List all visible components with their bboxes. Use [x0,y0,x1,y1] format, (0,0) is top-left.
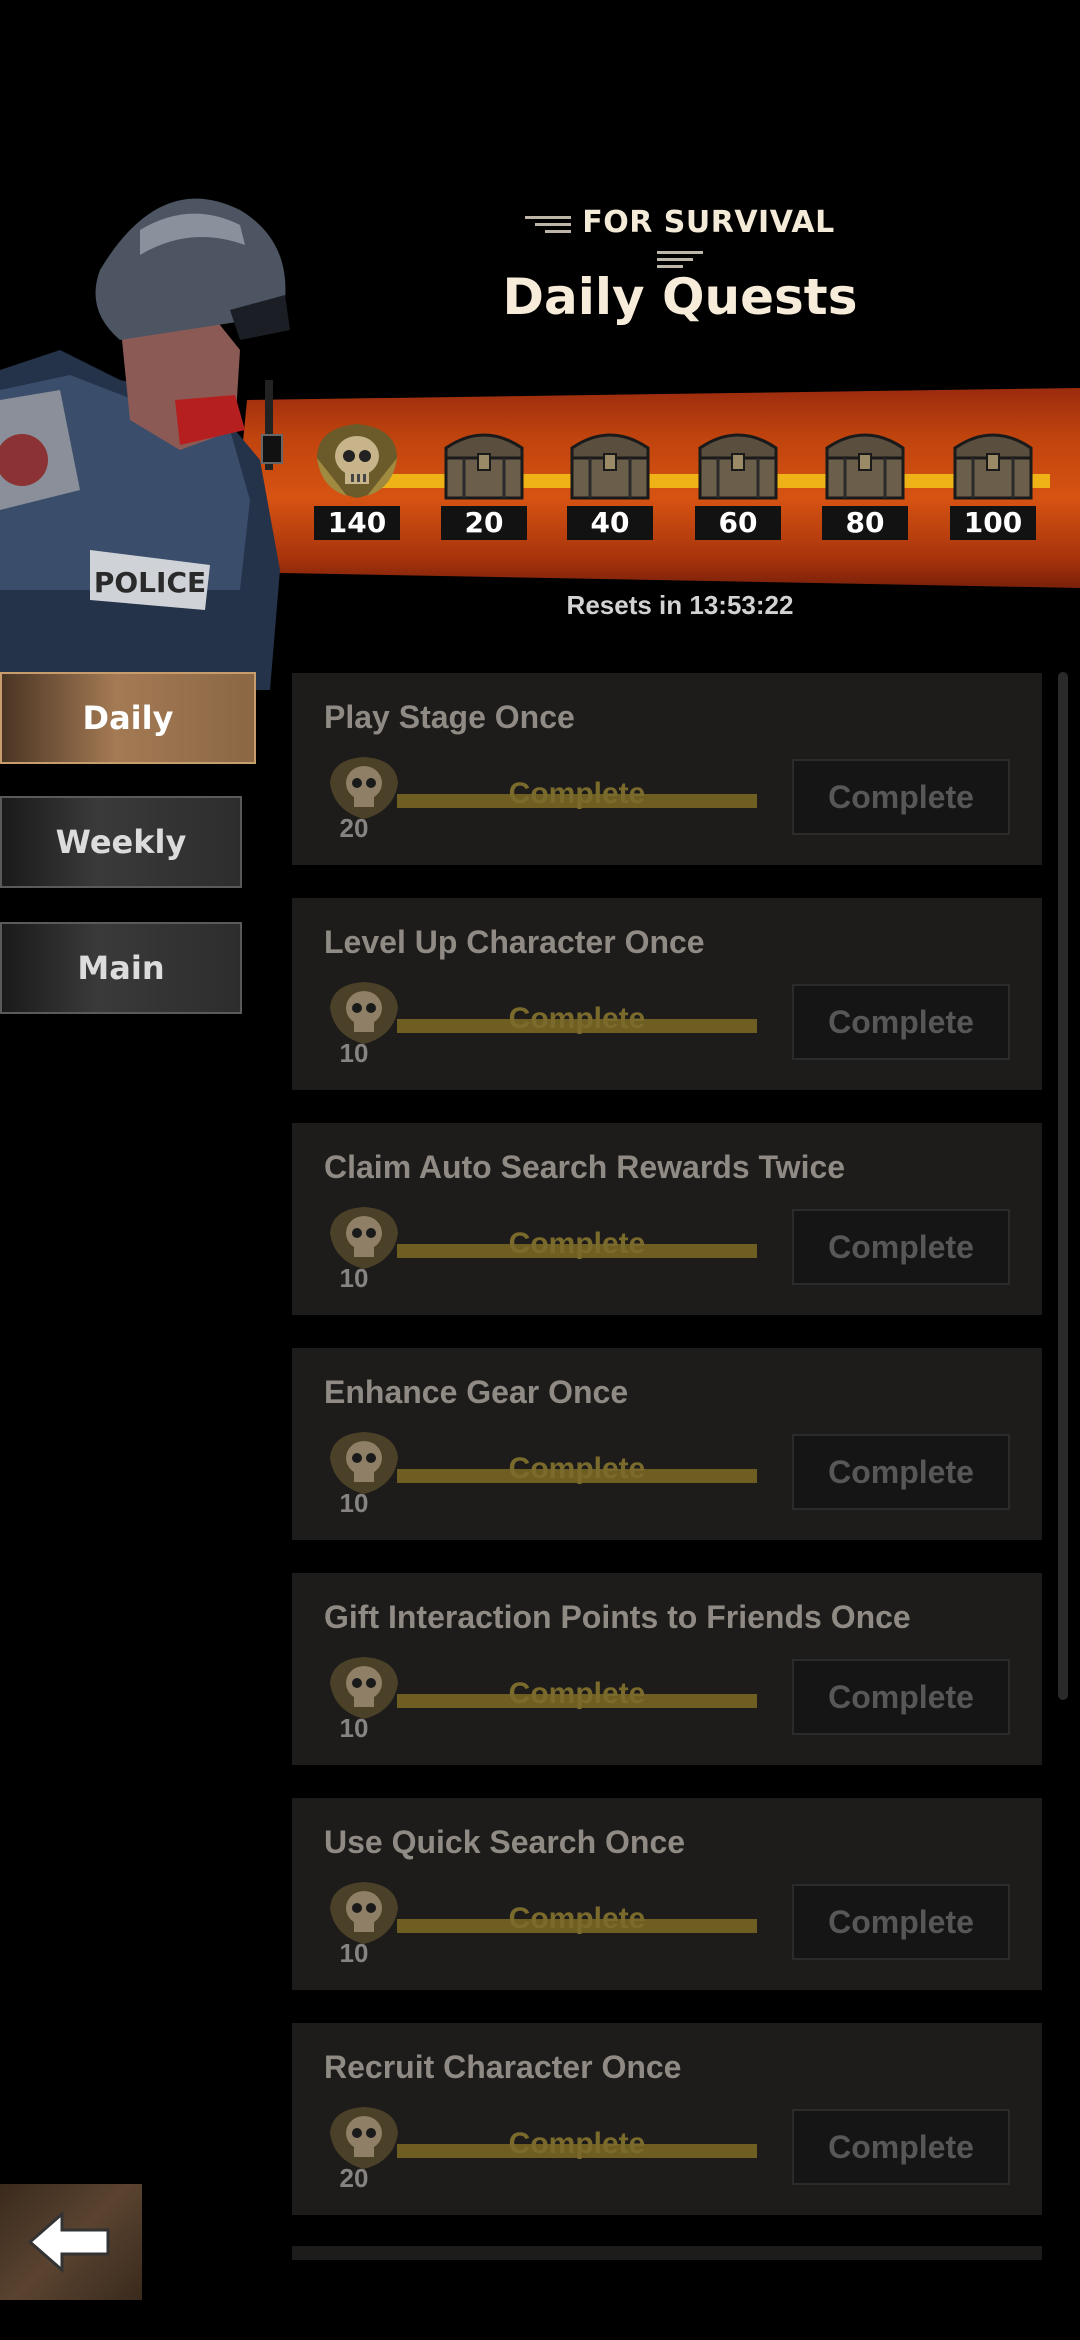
milestone-value: 60 [695,506,781,540]
quest-complete-button[interactable]: Complete [792,759,1010,835]
quest-progress-label: Complete [508,2127,646,2160]
list-scrollbar[interactable] [1058,672,1068,1700]
quest-card: Play Stage Once 20 Complete Complete [292,673,1042,865]
quest-title: Use Quick Search Once [324,1824,686,1860]
quest-reward-amount: 20 [339,813,369,843]
milestone-chest-3[interactable]: 60 [683,418,793,548]
quest-card: Level Up Character Once 10 Complete Comp… [292,898,1042,1090]
milestone-value: 80 [822,506,908,540]
quest-reward-amount: 10 [339,1263,369,1293]
svg-text:POLICE: POLICE [94,566,206,599]
quest-card: Claim Auto Search Rewards Twice 10 Compl… [292,1123,1042,1315]
quest-complete-button[interactable]: Complete [792,1209,1010,1285]
quest-progress-label: Complete [508,1452,646,1485]
quest-card: Gift Interaction Points to Friends Once … [292,1573,1042,1765]
treasure-chest-icon [444,433,524,500]
quest-card-partial [292,2246,1042,2260]
points-value: 140 [314,506,400,540]
quest-complete-button[interactable]: Complete [792,1884,1010,1960]
reset-timer: Resets in 13:53:22 [566,590,794,620]
quest-progress-label: Complete [508,777,646,810]
back-button[interactable] [0,2184,142,2300]
section-subtitle: FOR SURVIVAL [500,205,860,275]
skull-medal-icon [317,424,397,498]
quest-reward-amount: 10 [339,1713,369,1743]
quest-progress-label: Complete [508,1227,646,1260]
quest-reward-amount: 10 [339,1488,369,1518]
quest-complete-button[interactable]: Complete [792,1659,1010,1735]
points-milestone: 140 [302,418,412,548]
quest-progress-label: Complete [508,1002,646,1035]
treasure-chest-icon [698,433,778,500]
subtitle-text: FOR SURVIVAL [582,205,835,240]
page-title: Daily Quests [502,268,858,326]
quest-title: Recruit Character Once [324,2049,682,2085]
quest-complete-button[interactable]: Complete [792,984,1010,1060]
milestone-chest-2[interactable]: 40 [555,418,665,548]
quest-complete-button[interactable]: Complete [792,1434,1010,1510]
quest-card: Enhance Gear Once 10 Complete Complete [292,1348,1042,1540]
zombie-police-character: POLICE [0,198,290,690]
quest-complete-button[interactable]: Complete [792,2109,1010,2185]
treasure-chest-icon [953,433,1033,500]
milestone-chest-4[interactable]: 80 [810,418,920,548]
milestone-chest-5[interactable]: 100 [938,418,1048,548]
back-arrow-icon [27,2210,110,2274]
quest-reward-amount: 20 [339,2163,369,2193]
quest-title: Level Up Character Once [324,924,705,960]
treasure-chest-icon [825,433,905,500]
quest-reward-amount: 10 [339,1938,369,1968]
quest-title: Gift Interaction Points to Friends Once [324,1599,911,1635]
right-decoration-icon [657,250,703,268]
milestone-value: 100 [950,506,1036,540]
quest-title: Claim Auto Search Rewards Twice [324,1149,846,1185]
quest-progress-label: Complete [508,1677,646,1710]
milestone-value: 20 [441,506,527,540]
quest-title: Enhance Gear Once [324,1374,629,1410]
quest-progress-label: Complete [508,1902,646,1935]
left-decoration-icon [525,215,572,233]
quest-card: Recruit Character Once 20 Complete Compl… [292,2023,1042,2215]
milestone-chest-1[interactable]: 20 [429,418,539,548]
milestone-value: 40 [567,506,653,540]
treasure-chest-icon [570,433,650,500]
tab-daily[interactable]: Daily [0,672,256,764]
tab-main[interactable]: Main [0,922,242,1014]
tab-weekly[interactable]: Weekly [0,796,242,888]
quest-card: Use Quick Search Once 10 Complete Comple… [292,1798,1042,1990]
quest-reward-amount: 10 [339,1038,369,1068]
quest-title: Play Stage Once [324,699,575,735]
